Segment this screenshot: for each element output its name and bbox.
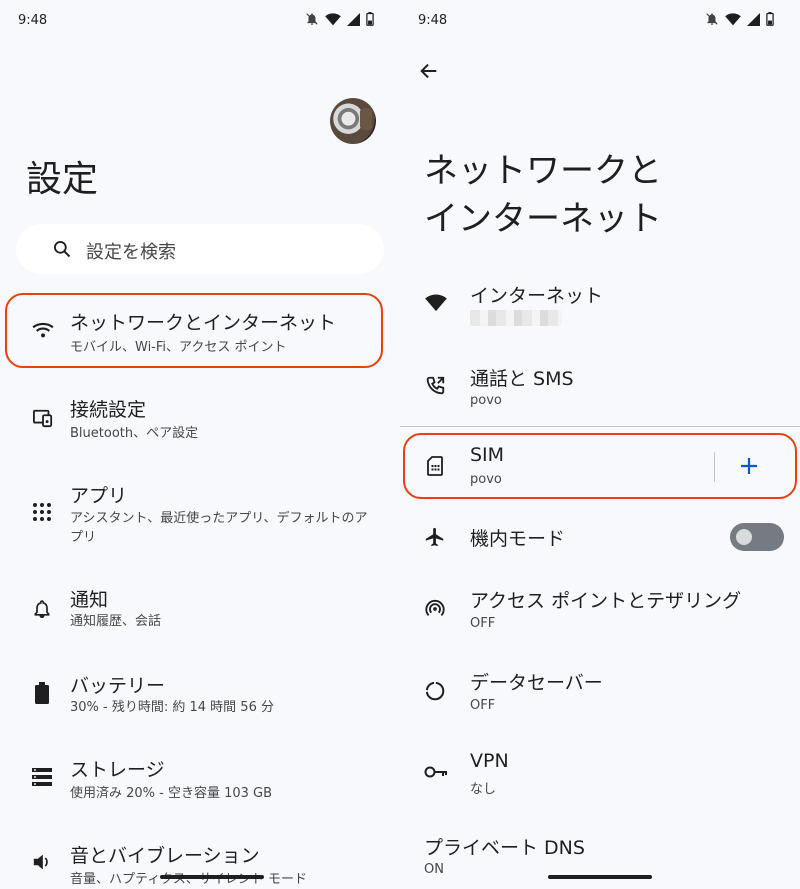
data-saver-icon	[425, 681, 445, 701]
airplane-mode-toggle[interactable]	[730, 523, 784, 551]
bell-icon	[34, 600, 50, 619]
wifi-icon	[425, 294, 447, 312]
signal-icon	[747, 12, 760, 26]
network-internet-screen: 9:48 ネットワークと インターネット インターネット 通話と SMS pov…	[400, 0, 800, 889]
settings-item-title: 通知	[70, 589, 109, 611]
redacted-network-name	[470, 310, 562, 326]
settings-item-sound[interactable]: 音とバイブレーション 音量、ハプティクス、サイレント モード	[0, 840, 400, 889]
network-item-title: データセーバー	[470, 672, 603, 694]
network-item-subtitle: OFF	[470, 698, 496, 713]
profile-avatar[interactable]	[330, 98, 376, 144]
status-icons	[705, 12, 774, 26]
page-title-line1: ネットワークと	[424, 151, 662, 191]
settings-item-connected-devices[interactable]: 接続設定 Bluetooth、ペア設定	[0, 390, 400, 454]
battery-status-icon	[766, 12, 774, 26]
settings-item-subtitle: 使用済み 20% - 空き容量 103 GB	[70, 786, 273, 801]
back-arrow-icon[interactable]	[418, 60, 440, 82]
settings-item-storage[interactable]: ストレージ 使用済み 20% - 空き容量 103 GB	[0, 754, 400, 818]
network-item-vpn[interactable]: VPN なし	[400, 748, 800, 808]
network-item-subtitle: なし	[470, 782, 497, 797]
settings-item-apps[interactable]: アプリ アシスタント、最近使ったアプリ、デフォルトのアプリ	[0, 476, 400, 548]
network-item-calls-sms[interactable]: 通話と SMS povo	[400, 362, 800, 422]
status-time: 9:48	[418, 13, 448, 28]
network-item-private-dns[interactable]: プライベート DNS ON	[400, 830, 800, 889]
battery-icon	[35, 682, 49, 704]
wifi-status-icon	[325, 12, 341, 25]
network-item-hotspot[interactable]: アクセス ポイントとテザリング OFF	[400, 584, 800, 644]
network-item-data-saver[interactable]: データセーバー OFF	[400, 666, 800, 726]
network-item-subtitle: ON	[424, 862, 444, 877]
page-title-line2: インターネット	[424, 199, 662, 239]
network-item-title: プライベート DNS	[424, 837, 585, 859]
settings-item-subtitle: 30% - 残り時間: 約 14 時間 56 分	[70, 700, 274, 715]
status-bar: 9:48	[400, 0, 800, 44]
network-item-subtitle: povo	[470, 393, 502, 408]
settings-item-subtitle: Bluetooth、ペア設定	[70, 426, 199, 441]
phone-forward-icon	[426, 376, 445, 395]
settings-item-subtitle: アシスタント、最近使ったアプリ、デフォルトのアプリ	[70, 511, 368, 545]
page-title: 設定	[26, 159, 99, 200]
settings-item-title: 接続設定	[70, 399, 147, 421]
search-icon	[54, 241, 71, 258]
apps-grid-icon	[33, 503, 51, 521]
vpn-key-icon	[424, 766, 447, 778]
devices-icon	[33, 409, 53, 428]
highlight-annotation	[403, 433, 797, 499]
settings-item-notifications[interactable]: 通知 通知履歴、会話	[0, 582, 400, 646]
network-item-title: インターネット	[470, 285, 604, 307]
network-item-title: VPN	[470, 750, 509, 772]
settings-item-subtitle: 通知履歴、会話	[70, 614, 162, 629]
signal-icon	[347, 12, 360, 26]
status-bar: 9:48	[0, 0, 400, 44]
network-item-internet[interactable]: インターネット	[400, 278, 800, 336]
status-time: 9:48	[18, 13, 48, 28]
page-title: ネットワークと インターネット	[424, 147, 662, 243]
volume-icon	[33, 854, 48, 870]
settings-item-title: アプリ	[70, 485, 128, 507]
airplane-icon	[425, 527, 444, 547]
section-divider	[400, 426, 800, 427]
bell-off-icon	[706, 13, 718, 25]
search-bar[interactable]: 設定を検索	[16, 224, 384, 274]
gesture-nav-handle[interactable]	[160, 875, 264, 879]
wifi-status-icon	[725, 12, 741, 25]
bell-off-icon	[306, 13, 318, 25]
network-item-subtitle: OFF	[470, 616, 496, 631]
settings-screen: 9:48 設定 設定を検索 ネットワークとインターネット モバイル、Wi-Fi、…	[0, 0, 400, 889]
settings-item-title: バッテリー	[70, 675, 166, 697]
network-item-title: アクセス ポイントとテザリング	[470, 590, 742, 612]
gesture-nav-handle[interactable]	[548, 875, 652, 879]
settings-item-title: 音とバイブレーション	[70, 845, 260, 867]
storage-icon	[32, 768, 52, 786]
settings-item-subtitle: 音量、ハプティクス、サイレント モード	[70, 872, 307, 887]
battery-status-icon	[366, 12, 374, 26]
settings-item-title: ストレージ	[70, 759, 165, 781]
highlight-annotation	[5, 293, 383, 368]
toggle-knob	[736, 529, 752, 545]
hotspot-icon	[425, 599, 445, 617]
settings-item-battery[interactable]: バッテリー 30% - 残り時間: 約 14 時間 56 分	[0, 668, 400, 732]
network-item-title: 通話と SMS	[470, 368, 574, 390]
search-placeholder: 設定を検索	[86, 242, 176, 263]
network-item-title: 機内モード	[470, 528, 566, 550]
status-icons	[305, 12, 374, 26]
